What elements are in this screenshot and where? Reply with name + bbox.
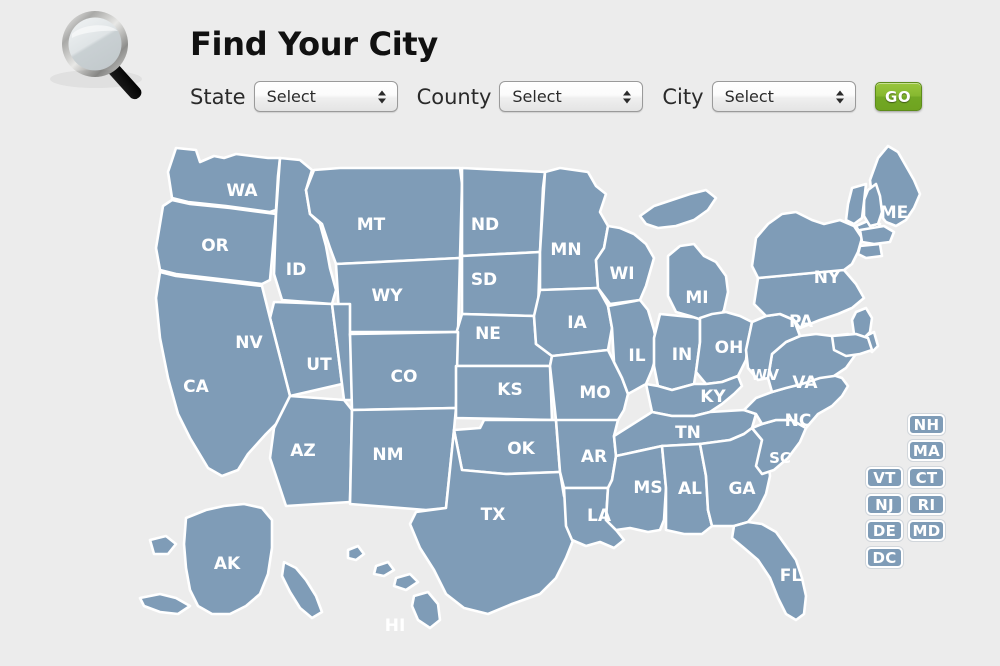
- inset-state-NJ[interactable]: NJ: [866, 494, 903, 515]
- state-label-MI: MI: [685, 288, 708, 308]
- state-label-KY: KY: [700, 387, 726, 407]
- state-label-OH: OH: [715, 338, 744, 358]
- inset-state-MD[interactable]: MD: [908, 520, 945, 541]
- state-label-SD: SD: [471, 270, 497, 290]
- state-label-HI: HI: [385, 616, 406, 636]
- state-label-ME: ME: [880, 203, 909, 223]
- inset-state-RI[interactable]: RI: [908, 494, 945, 515]
- state-label-LA: LA: [587, 506, 612, 526]
- state-label-MO: MO: [579, 383, 610, 403]
- page-title: Find Your City: [190, 25, 438, 63]
- state-MA-shape: [858, 224, 896, 246]
- state-label-WA: WA: [226, 181, 258, 201]
- us-map-svg[interactable]: WA OR ID MT ND SD WY NV UT CO NE CA AZ NM KS OK TX MN IA MO…: [0, 128, 1000, 666]
- inset-state-VT[interactable]: VT: [866, 467, 903, 488]
- chevron-updown-icon: [835, 90, 844, 103]
- state-label-PA: PA: [789, 312, 814, 332]
- state-label-FL: FL: [780, 566, 803, 586]
- us-map[interactable]: WA OR ID MT ND SD WY NV UT CO NE CA AZ NM KS OK TX MN IA MO…: [0, 128, 1000, 666]
- chevron-updown-icon: [377, 90, 386, 103]
- state-label-IL: IL: [628, 346, 645, 366]
- state-label-ND: ND: [471, 215, 499, 235]
- state-VT-shape: [844, 182, 868, 226]
- inset-state-CT[interactable]: CT: [908, 467, 945, 488]
- state-label-CA: CA: [183, 377, 209, 397]
- state-label-AR: AR: [581, 447, 607, 467]
- find-your-city-page: Find Your City State Select County Selec…: [0, 0, 1000, 666]
- state-label-KS: KS: [497, 380, 522, 400]
- state-label-IN: IN: [672, 345, 693, 365]
- inset-state-DC[interactable]: DC: [866, 547, 903, 568]
- state-CA: [154, 270, 292, 478]
- state-label-GA: GA: [728, 479, 756, 499]
- state-label-NE: NE: [475, 324, 501, 344]
- search-controls: State Select County Select City Select G…: [190, 81, 922, 112]
- state-label-MS: MS: [633, 478, 662, 498]
- state-label-NY: NY: [814, 268, 841, 288]
- state-label-AK: AK: [214, 554, 241, 574]
- state-select-value: Select: [266, 87, 316, 106]
- page-header: Find Your City State Select County Selec…: [0, 0, 1000, 130]
- city-label: City: [662, 84, 704, 109]
- state-label-TN: TN: [675, 423, 701, 443]
- inset-state-DE[interactable]: DE: [866, 520, 903, 541]
- state-label-OK: OK: [507, 439, 535, 459]
- state-label-NV: NV: [235, 333, 263, 353]
- inset-state-MA[interactable]: MA: [908, 440, 945, 461]
- state-label-VA: VA: [792, 373, 818, 393]
- state-label-AZ: AZ: [290, 441, 315, 461]
- county-select-value: Select: [512, 87, 562, 106]
- magnifying-glass-icon: [50, 11, 142, 100]
- state-MD-shape: [830, 332, 874, 358]
- state-label-NM: NM: [372, 445, 403, 465]
- state-label-WY: WY: [371, 286, 403, 306]
- county-select[interactable]: Select: [499, 81, 644, 112]
- state-label-MT: MT: [357, 215, 386, 235]
- chevron-updown-icon: [623, 90, 632, 103]
- city-select-value: Select: [724, 87, 774, 106]
- state-label-AL: AL: [678, 479, 702, 499]
- city-select[interactable]: Select: [711, 81, 856, 112]
- state-label-WV: WV: [751, 366, 780, 384]
- state-CT-shape: [856, 242, 884, 260]
- state-select[interactable]: Select: [253, 81, 398, 112]
- state-label-IA: IA: [567, 313, 587, 333]
- inset-state-NH[interactable]: NH: [908, 414, 945, 435]
- state-label-OR: OR: [201, 236, 229, 256]
- state-label-TX: TX: [481, 505, 506, 525]
- state-label: State: [190, 84, 246, 109]
- state-label-MN: MN: [550, 240, 581, 260]
- state-label-CO: CO: [391, 367, 418, 387]
- state-label-ID: ID: [286, 260, 306, 280]
- state-label-NC: NC: [785, 411, 812, 431]
- state-label-WI: WI: [609, 264, 634, 284]
- state-GA: [698, 426, 772, 528]
- state-label-UT: UT: [306, 355, 332, 375]
- state-label-SC: SC: [769, 449, 791, 467]
- county-label: County: [416, 84, 492, 109]
- go-button[interactable]: GO: [874, 82, 922, 111]
- state-ND: [460, 166, 547, 258]
